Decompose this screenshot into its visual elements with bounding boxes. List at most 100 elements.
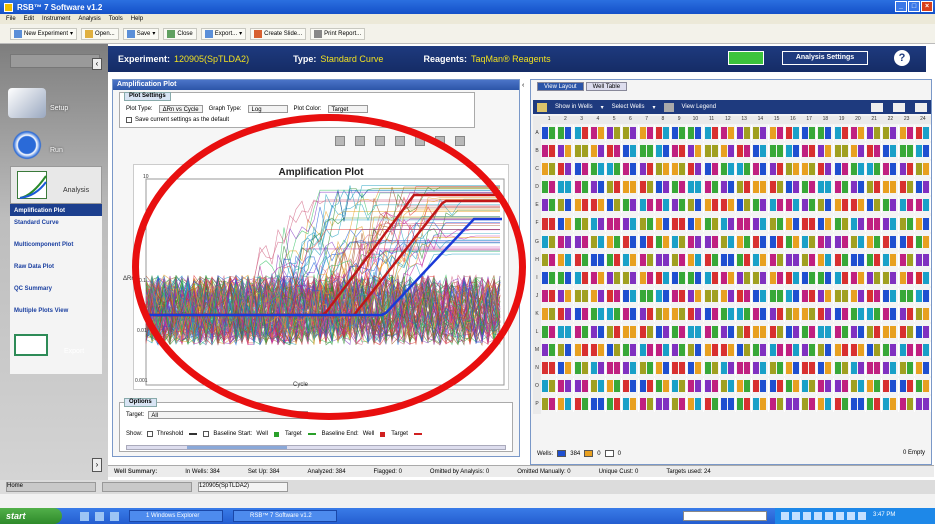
plate-well[interactable] (655, 287, 671, 304)
plate-column-label[interactable]: 4 (590, 116, 606, 124)
plate-well[interactable] (720, 179, 736, 196)
plate-well[interactable] (671, 342, 688, 359)
plate-well[interactable] (655, 269, 671, 286)
plate-well[interactable] (899, 342, 915, 359)
plate-well[interactable] (801, 342, 818, 359)
plate-well[interactable] (850, 360, 866, 377)
plate-well[interactable] (866, 360, 883, 377)
plate-well[interactable] (882, 143, 899, 160)
plate-well[interactable] (704, 179, 720, 196)
menu-file[interactable]: File (6, 16, 16, 22)
graph-type-select[interactable]: Log (247, 105, 288, 113)
close-experiment-button[interactable]: Close (163, 27, 197, 40)
plate-column-label[interactable]: 16 (785, 116, 801, 124)
plate-well[interactable] (655, 342, 671, 359)
plate-well[interactable] (704, 269, 720, 286)
plate-well[interactable] (752, 143, 769, 160)
plate-well[interactable] (541, 215, 558, 232)
plate-row-label[interactable]: C (533, 160, 541, 179)
plate-well[interactable] (671, 269, 688, 286)
plate-well[interactable] (736, 233, 753, 250)
plate-well[interactable] (639, 179, 655, 196)
plate-well[interactable] (915, 179, 931, 196)
plate-well[interactable] (850, 342, 866, 359)
plate-well[interactable] (557, 324, 574, 341)
plate-well[interactable] (834, 125, 850, 142)
nav-multicomponent-plot[interactable]: Multicomponent Plot (10, 238, 102, 260)
plate-well[interactable] (655, 396, 671, 413)
plate-well[interactable] (671, 324, 688, 341)
plate-well[interactable] (574, 342, 590, 359)
target-select[interactable]: All (148, 411, 309, 419)
plate-well[interactable] (639, 161, 655, 178)
plate-well[interactable] (752, 125, 769, 142)
plate-well[interactable] (915, 305, 931, 322)
plate-well[interactable] (655, 233, 671, 250)
plate-well[interactable] (622, 215, 639, 232)
plate-well[interactable] (590, 360, 606, 377)
plate-column-label[interactable]: 9 (671, 116, 687, 124)
plate-well[interactable] (769, 161, 785, 178)
plate-well[interactable] (671, 360, 688, 377)
plate-well[interactable] (915, 360, 931, 377)
plate-well[interactable] (720, 233, 736, 250)
plate-well[interactable] (687, 197, 704, 214)
scroll-thumb[interactable] (187, 446, 287, 449)
tray-icon[interactable] (847, 512, 855, 520)
plate-well[interactable] (850, 143, 866, 160)
fit-icon[interactable] (455, 136, 465, 146)
plate-well[interactable] (720, 287, 736, 304)
plate-well[interactable] (622, 360, 639, 377)
zoom-out-icon[interactable] (355, 136, 365, 146)
start-button[interactable]: start (0, 508, 62, 524)
plate-row-label[interactable]: D (533, 178, 541, 197)
plate-well[interactable] (899, 324, 915, 341)
plate-well[interactable] (704, 287, 720, 304)
plate-well[interactable] (622, 125, 639, 142)
save-image-icon[interactable] (395, 136, 405, 146)
plate-well[interactable] (882, 287, 899, 304)
plate-well[interactable] (769, 197, 785, 214)
plate-well[interactable] (557, 179, 574, 196)
plate-well[interactable] (557, 215, 574, 232)
plate-well[interactable] (850, 161, 866, 178)
plate-row-label[interactable]: M (533, 341, 541, 360)
desktop-search-input[interactable] (683, 511, 767, 521)
plate-column-label[interactable]: 17 (801, 116, 817, 124)
plate-well[interactable] (899, 251, 915, 268)
create-slide-button[interactable]: Create Slide... (250, 27, 307, 40)
plate-well[interactable] (850, 324, 866, 341)
plate-well[interactable] (655, 324, 671, 341)
plate-well[interactable] (639, 215, 655, 232)
plate-well[interactable] (752, 233, 769, 250)
plate-well[interactable] (769, 215, 785, 232)
copy-icon[interactable] (375, 136, 385, 146)
plate-well[interactable] (687, 269, 704, 286)
plate-well[interactable] (606, 269, 623, 286)
plate-well[interactable] (817, 251, 834, 268)
doc-tab-experiment[interactable]: 120905(SpTLDA2) (198, 482, 288, 492)
plate-well[interactable] (769, 143, 785, 160)
plate-well[interactable] (817, 269, 834, 286)
plate-well[interactable] (671, 179, 688, 196)
plate-well[interactable] (704, 305, 720, 322)
plate-column-label[interactable]: 11 (704, 116, 720, 124)
plate-well[interactable] (574, 215, 590, 232)
plate-well[interactable] (866, 143, 883, 160)
doc-tab-blank[interactable] (102, 482, 192, 492)
plate-well[interactable] (720, 360, 736, 377)
plate-well[interactable] (817, 125, 834, 142)
fit-plate-icon[interactable] (915, 102, 927, 112)
plate-well[interactable] (590, 161, 606, 178)
plate-well[interactable] (574, 396, 590, 413)
plate-well[interactable] (590, 251, 606, 268)
plate-column-label[interactable]: 21 (866, 116, 882, 124)
plate-well[interactable] (915, 215, 931, 232)
plate-well[interactable] (622, 251, 639, 268)
plate-well[interactable] (752, 161, 769, 178)
nav-run[interactable]: Run (8, 122, 100, 160)
plate-well[interactable] (769, 305, 785, 322)
plate-well[interactable] (622, 161, 639, 178)
plate-well[interactable] (574, 233, 590, 250)
plate-row-label[interactable]: F (533, 214, 541, 233)
